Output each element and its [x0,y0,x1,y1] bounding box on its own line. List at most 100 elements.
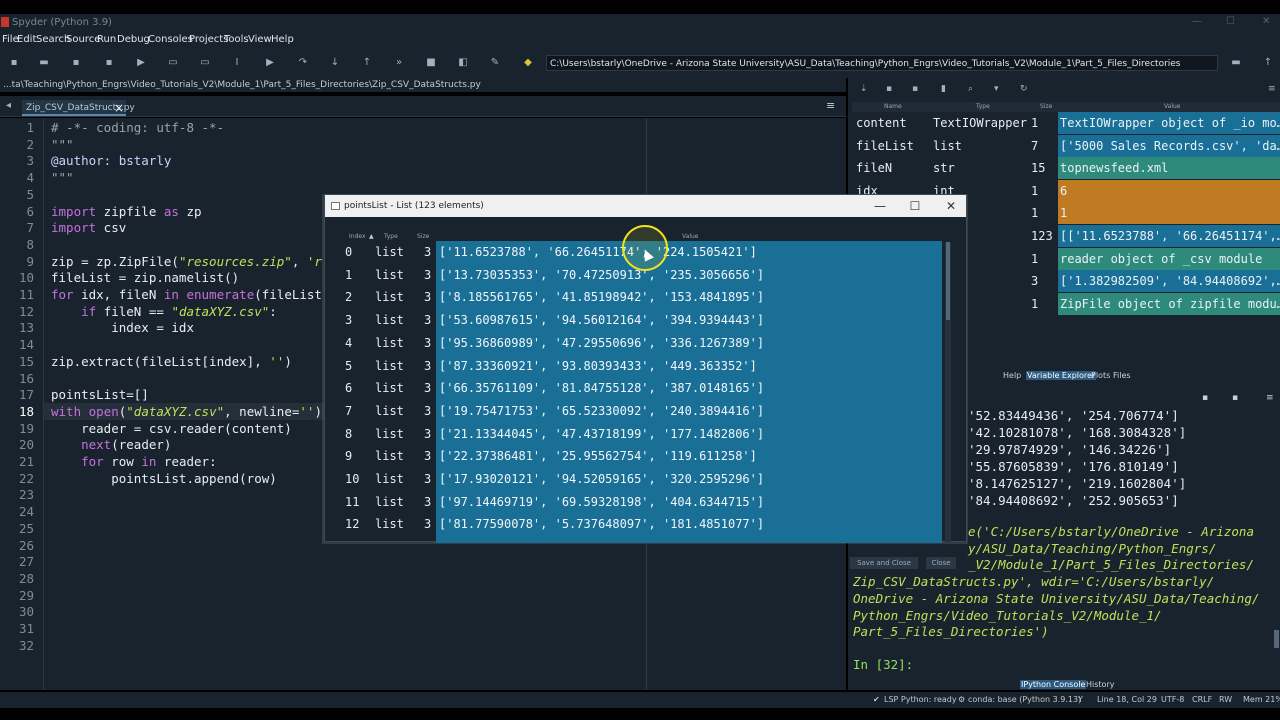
menu-projects[interactable]: Projects [189,34,228,45]
maximize-pane-icon[interactable]: ◧ [457,57,469,69]
minimize-window-icon[interactable]: — [1192,16,1202,27]
dialog-maximize-icon[interactable]: ☐ [900,195,930,217]
ve-header-size[interactable]: Size [1040,102,1052,112]
table-row[interactable]: 3 list 3 ['53.60987615', '94.56012164', '39… [339,309,945,331]
browse-tabs-icon[interactable]: ◂ [6,100,11,111]
sort-indicator-icon: ▲ [369,233,374,240]
editor-tab[interactable]: Zip_CSV_DataStructs.py × [22,100,135,116]
header-type[interactable]: Type [384,233,398,241]
save-all-icon[interactable]: ▪ [103,57,115,69]
table-row[interactable]: 7 list 3 ['19.75471753', '65.52330092', '24… [339,400,945,422]
console-clear-icon[interactable]: ▪ [1232,393,1238,403]
maximize-window-icon[interactable]: ☐ [1226,16,1235,27]
working-directory-input[interactable]: C:\Users\bstarly\OneDrive - Arizona Stat… [546,55,1218,71]
variable-name: fileN [856,161,893,176]
dialog-titlebar[interactable]: pointsList - List (123 elements) — ☐ ✕ [325,195,966,217]
scrollbar-thumb[interactable] [946,242,950,320]
filter-icon[interactable]: ▾ [994,84,999,94]
table-row[interactable]: 10 list 3 ['17.93020121', '94.52059165', '3… [339,468,945,490]
console-scrollbar[interactable] [1274,630,1279,648]
status-mode: RW [1219,695,1233,704]
console-stop-icon[interactable]: ▪ [1202,393,1208,403]
status-conda[interactable]: conda: base (Python 3.9.13) [968,692,1081,708]
table-row[interactable]: 4 list 3 ['95.36860989', '47.29550696', '33… [339,332,945,354]
menu-view[interactable]: View [248,34,272,45]
save-and-close-button[interactable]: Save and Close [850,557,918,569]
row-size: 3 [424,358,432,373]
header-index[interactable]: Index [349,233,366,241]
python-path-icon[interactable]: ◆ [522,57,534,69]
header-value[interactable]: Value [682,233,698,241]
menu-consoles[interactable]: Consoles [148,34,193,45]
console-runfile-line: _V2/Module_1/Part_5_Files_Directories/ [968,557,1254,573]
menu-edit[interactable]: Edit [17,34,36,45]
header-size[interactable]: Size [417,233,429,241]
pane-options-icon[interactable]: ≡ [1268,84,1276,94]
new-file-icon[interactable]: ▪ [8,57,20,69]
tab-ipython-console[interactable]: IPython Console [1020,680,1087,689]
code-line: # -*- coding: utf-8 -*- [51,120,225,135]
tab-history[interactable]: History [1086,680,1114,689]
menu-help[interactable]: Help [271,34,294,45]
table-scrollbar[interactable] [945,242,951,542]
table-row[interactable]: 12 list 3 ['81.77590078', '5.737648097', '1… [339,513,945,535]
editor-options-icon[interactable]: ≡ [826,99,835,112]
line-number: 4 [26,170,34,186]
tab-plots[interactable]: Plots [1091,371,1110,380]
row-type: list [375,245,404,259]
stop-debug-icon[interactable]: ■ [425,57,437,69]
menu-tools[interactable]: Tools [224,34,249,45]
variable-row[interactable]: content TextIOWrapper 1 TextIOWrapper objec… [852,112,1280,134]
browse-directory-icon[interactable]: ▬ [1230,57,1242,69]
table-row[interactable]: 11 list 3 ['97.14469719', '69.59328198', '4… [339,491,945,513]
menu-source[interactable]: Source [66,34,100,45]
ve-header-name[interactable]: Name [884,102,902,112]
run-file-icon[interactable]: ▶ [135,57,147,69]
menu-debug[interactable]: Debug [117,34,150,45]
row-value: ['21.13344045', '47.43718199', '177.1482… [439,426,765,441]
dialog-close-icon[interactable]: ✕ [936,195,966,217]
table-row[interactable]: 2 list 3 ['8.185561765', '41.85198942', '15… [339,286,945,308]
preferences-icon[interactable]: ✎ [489,57,501,69]
debug-continue-icon[interactable]: » [393,57,405,69]
debug-file-icon[interactable]: ▶ [264,57,276,69]
console-prompt[interactable]: In [32]: [853,657,913,674]
table-row[interactable]: 5 list 3 ['87.33360921', '93.80393433', '44… [339,355,945,377]
tab-variable-explorer[interactable]: Variable Explorer [1026,371,1097,380]
row-index: 8 [345,426,353,441]
table-row[interactable]: 6 list 3 ['66.35761109', '81.84755128', '38… [339,377,945,399]
import-data-icon[interactable]: ⇣ [860,84,868,94]
variable-row[interactable]: fileList list 7 ['5000 Sales Records.csv', … [852,134,1280,157]
table-row[interactable]: 8 list 3 ['21.13344045', '47.43718199', '17… [339,423,945,445]
open-file-icon[interactable]: ▬ [38,57,50,69]
run-selection-icon[interactable]: I [231,57,243,69]
dialog-minimize-icon[interactable]: — [865,195,895,217]
save-data-icon[interactable]: ▪ [886,84,892,94]
search-icon[interactable]: ⌕ [968,84,973,94]
menu-run[interactable]: Run [97,34,116,45]
close-window-icon[interactable]: ✕ [1262,16,1270,27]
run-cell-advance-icon[interactable]: ▭ [199,57,211,69]
close-button[interactable]: Close [926,557,956,569]
tab-files[interactable]: Files [1113,371,1131,380]
variable-size: 1 [1031,206,1039,221]
run-cell-icon[interactable]: ▭ [167,57,179,69]
console-options-icon[interactable]: ≡ [1266,393,1274,403]
table-row[interactable]: 9 list 3 ['22.37386481', '25.95562754', '11… [339,445,945,467]
status-lsp[interactable]: LSP Python: ready [884,692,957,708]
save-data-as-icon[interactable]: ▪ [912,84,918,94]
variable-row[interactable]: fileN str 15 topnewsfeed.xml [852,157,1280,180]
debug-step-icon[interactable]: ↷ [297,57,309,69]
refresh-icon[interactable]: ↻ [1020,84,1028,94]
debug-step-into-icon[interactable]: ↓ [329,57,341,69]
parent-directory-icon[interactable]: ↑ [1262,57,1274,69]
ve-header-value[interactable]: Value [1164,102,1180,112]
debug-step-return-icon[interactable]: ↑ [361,57,373,69]
save-icon[interactable]: ▪ [70,57,82,69]
close-tab-icon[interactable]: × [114,100,124,116]
row-type: list [375,472,404,486]
ve-header-type[interactable]: Type [976,102,990,112]
remove-all-icon[interactable]: ▮ [941,84,946,94]
tab-help[interactable]: Help [1003,371,1021,380]
console-output-line: '8.147625127', '219.1602804'] [968,476,1187,491]
